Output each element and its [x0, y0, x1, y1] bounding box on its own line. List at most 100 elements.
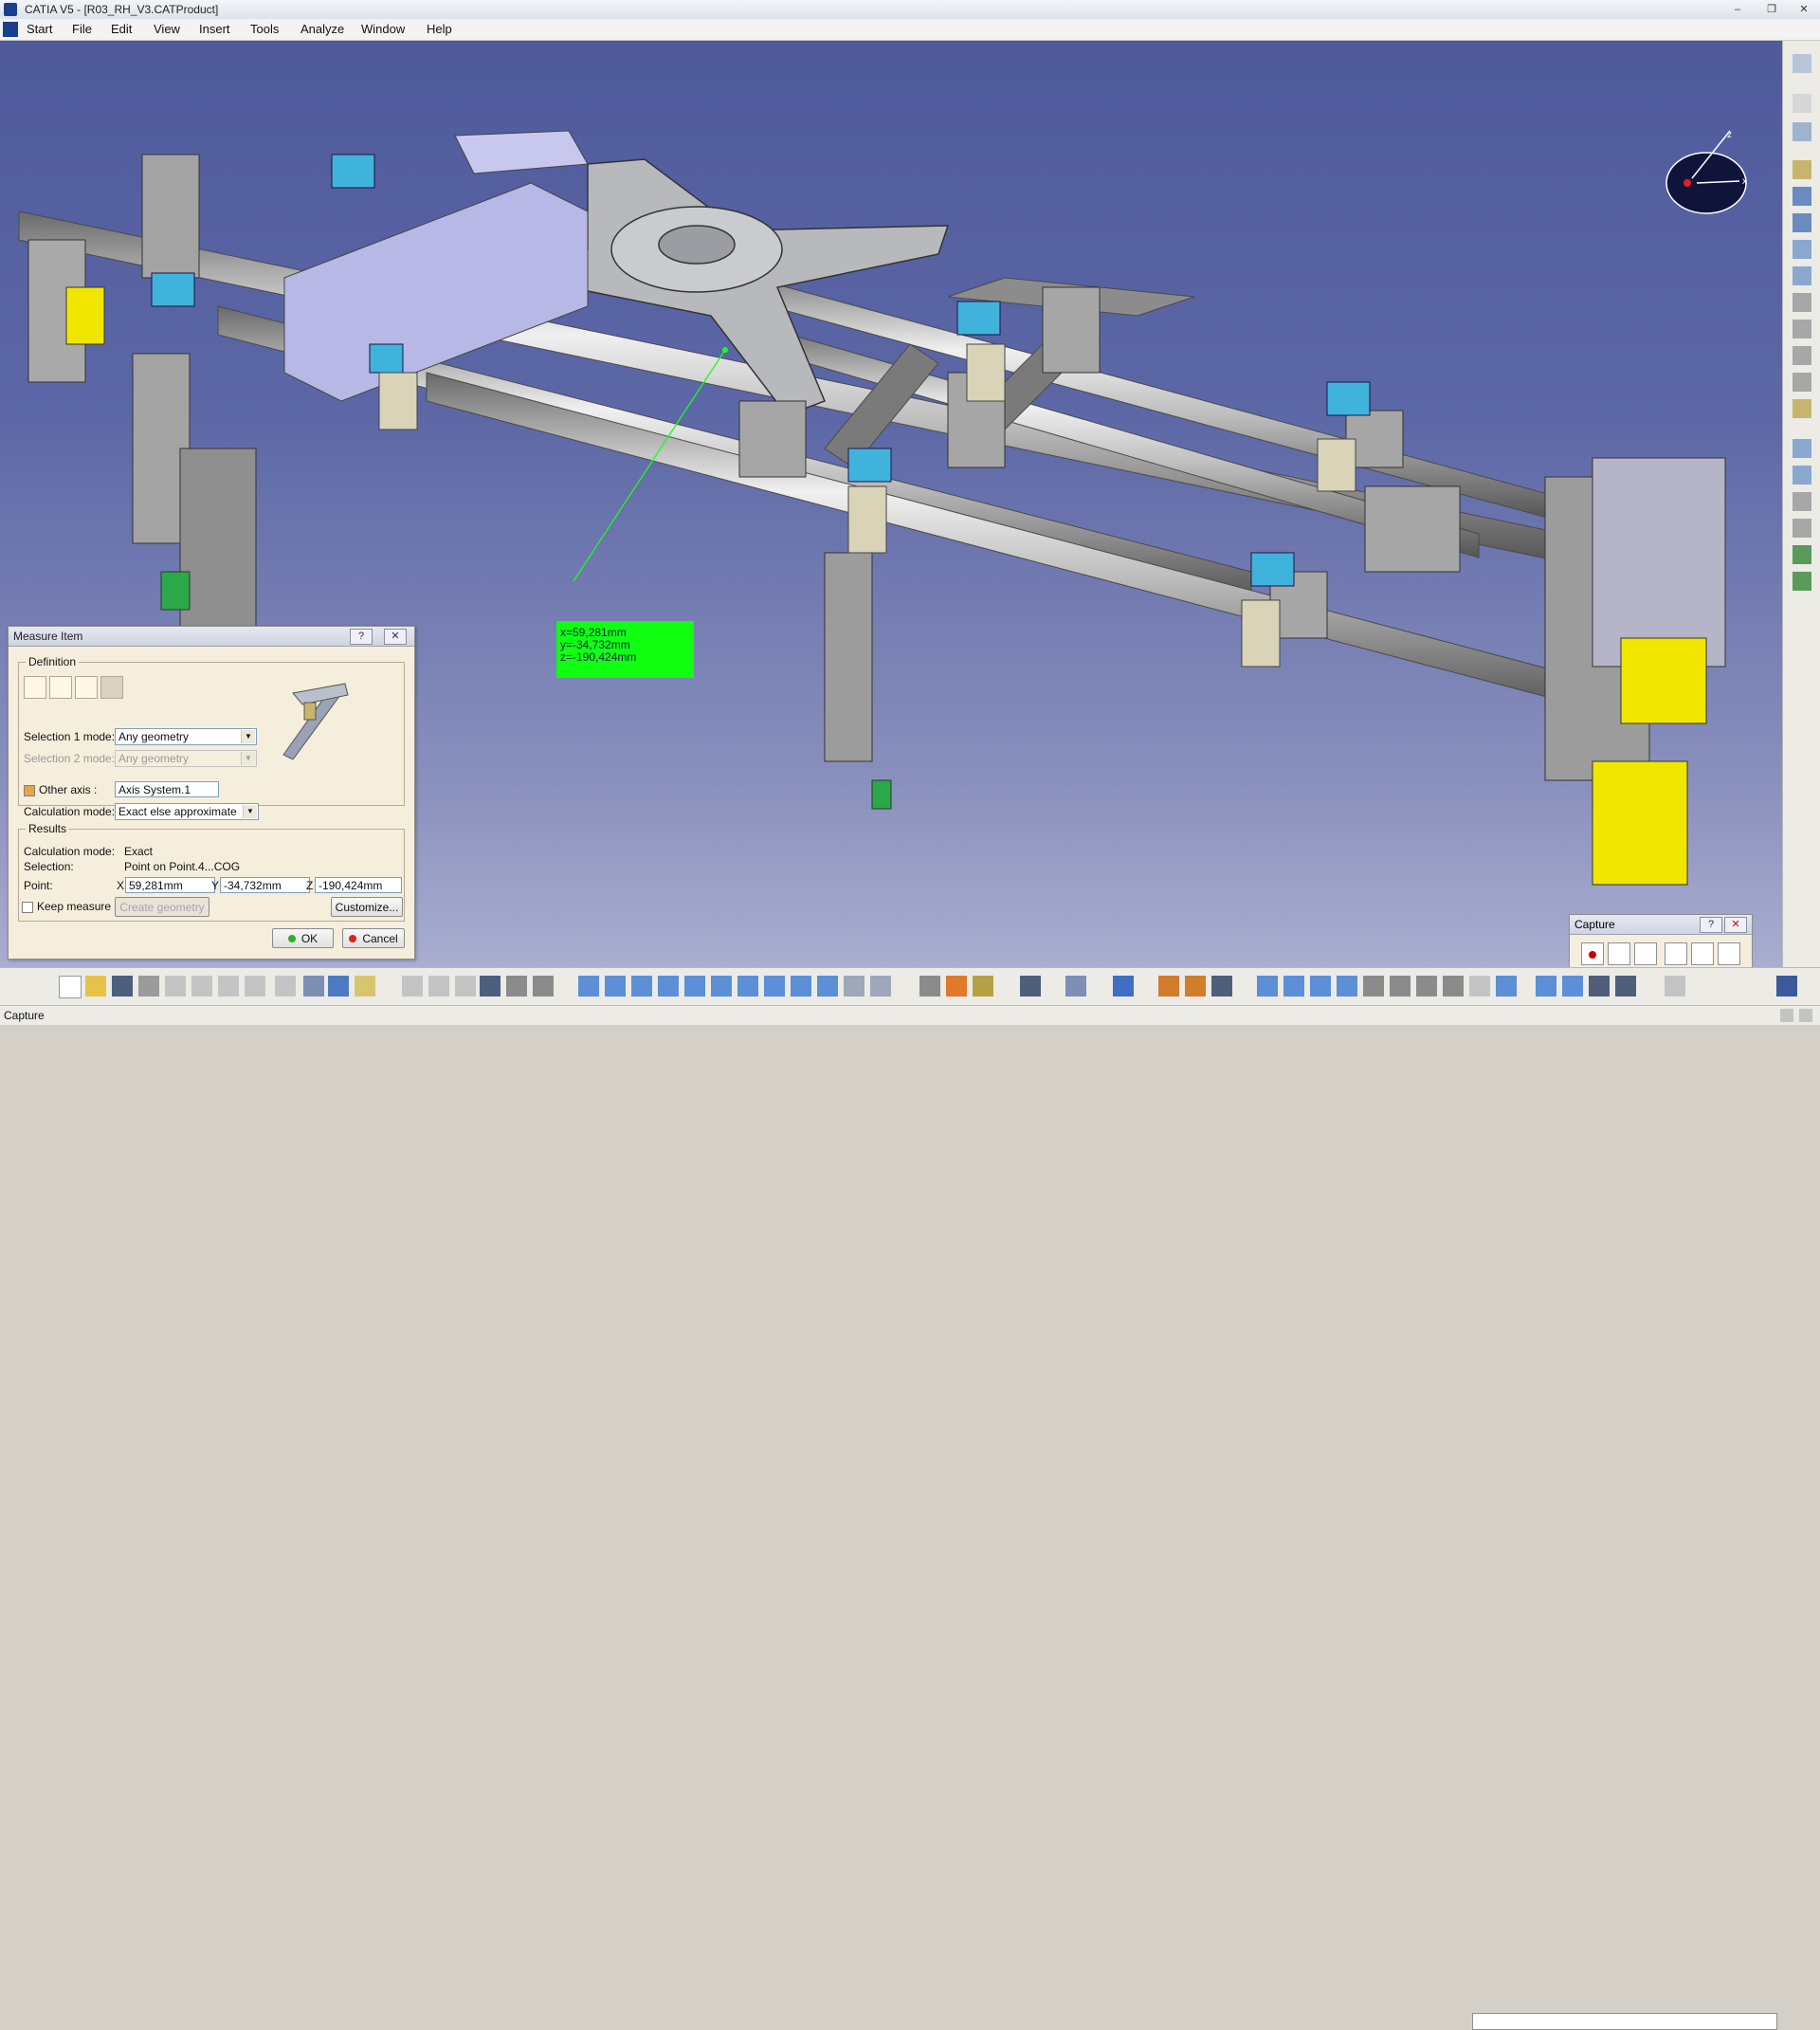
menu-view[interactable]: View	[154, 22, 180, 36]
power-input-icon[interactable]	[1780, 1009, 1793, 1022]
whats-this-icon[interactable]	[303, 976, 324, 997]
command-input[interactable]	[1472, 2013, 1777, 2030]
point-x-field[interactable]: 59,281mm	[125, 877, 215, 893]
menu-edit[interactable]: Edit	[111, 22, 132, 36]
toolbar-icon[interactable]	[1793, 492, 1811, 511]
toolbar-icon[interactable]	[1793, 122, 1811, 141]
album-icon[interactable]	[1665, 942, 1687, 965]
shading-icon[interactable]	[817, 976, 838, 997]
toolbar-icon[interactable]	[1793, 54, 1811, 73]
hide-show-icon[interactable]	[844, 976, 864, 997]
new-file-icon[interactable]	[59, 976, 82, 998]
toolbar-icon[interactable]	[1793, 293, 1811, 312]
catalog-icon[interactable]	[506, 976, 527, 997]
measure-fan-icon[interactable]	[75, 676, 98, 699]
redo-icon[interactable]	[275, 976, 296, 997]
constraint-icon[interactable]	[1363, 976, 1384, 997]
toolbar-icon[interactable]	[1793, 519, 1811, 538]
measure-help-button[interactable]: ?	[350, 629, 373, 645]
point-y-field[interactable]: -34,732mm	[220, 877, 310, 893]
measure-chain-icon[interactable]	[49, 676, 72, 699]
close-window-button[interactable]: ✕	[1793, 2, 1814, 17]
image-capture-icon[interactable]	[1691, 942, 1714, 965]
measure-inertia-icon[interactable]	[973, 976, 993, 997]
explode-icon[interactable]	[1310, 976, 1331, 997]
print-icon[interactable]	[138, 976, 159, 997]
iso-view-icon[interactable]	[791, 976, 811, 997]
undo-icon[interactable]	[245, 976, 265, 997]
toolbar-icon[interactable]	[1793, 213, 1811, 232]
measure-between-toolbar-icon[interactable]	[919, 976, 940, 997]
normal-view-icon[interactable]	[737, 976, 758, 997]
toolbar-icon[interactable]	[1793, 572, 1811, 591]
measure-dialog-title-bar[interactable]: Measure Item ? ✕	[9, 627, 414, 647]
toolbar-icon[interactable]	[1793, 466, 1811, 485]
capture-title-bar[interactable]: Capture ? ✕	[1570, 915, 1752, 935]
customize-button[interactable]: Customize...	[331, 897, 403, 917]
snap-icon[interactable]	[1283, 976, 1304, 997]
quick-constraint-icon[interactable]	[1496, 976, 1517, 997]
product-icon[interactable]	[1536, 976, 1556, 997]
comment-icon[interactable]	[428, 976, 449, 997]
existing-component-icon[interactable]	[1589, 976, 1610, 997]
ok-button[interactable]: OK	[272, 928, 334, 948]
catalog-browser-icon[interactable]	[1065, 976, 1086, 997]
menu-help[interactable]: Help	[427, 22, 452, 36]
cancel-button[interactable]: Cancel	[342, 928, 405, 948]
fly-mode-icon[interactable]	[578, 976, 599, 997]
toolbar-icon[interactable]	[1793, 320, 1811, 338]
record-icon[interactable]	[1581, 942, 1604, 965]
menu-start[interactable]: Start	[27, 22, 52, 36]
replace-component-icon[interactable]	[1615, 976, 1636, 997]
toolbar-icon[interactable]	[1793, 187, 1811, 206]
toolbar-icon[interactable]	[1793, 94, 1811, 113]
restore-button[interactable]: ❐	[1761, 2, 1782, 17]
axis-icon[interactable]	[328, 976, 349, 997]
zoom-in-icon[interactable]	[684, 976, 705, 997]
clash-icon[interactable]	[1337, 976, 1357, 997]
environment-icon[interactable]	[1211, 976, 1232, 997]
grid-icon[interactable]	[1665, 976, 1685, 997]
select-mode-icon[interactable]	[1608, 942, 1630, 965]
measure-item-icon[interactable]	[100, 676, 123, 699]
cut-icon[interactable]	[165, 976, 186, 997]
3d-compass-icon[interactable]	[1113, 976, 1134, 997]
compass-icon[interactable]	[1665, 130, 1747, 214]
fit-all-icon[interactable]	[605, 976, 626, 997]
menu-file[interactable]: File	[72, 22, 92, 36]
minimize-button[interactable]: –	[1727, 2, 1748, 17]
toolbar-icon[interactable]	[1793, 346, 1811, 365]
render-icon[interactable]	[1158, 976, 1179, 997]
formula-icon[interactable]	[402, 976, 423, 997]
offset-icon[interactable]	[1416, 976, 1437, 997]
swap-space-icon[interactable]	[870, 976, 891, 997]
toolbar-icon[interactable]	[1793, 266, 1811, 285]
toolbar-icon[interactable]	[1793, 545, 1811, 564]
search-icon[interactable]	[1799, 1009, 1812, 1022]
rotate-icon[interactable]	[658, 976, 679, 997]
capture-help-button[interactable]: ?	[1700, 917, 1722, 933]
video-capture-icon[interactable]	[1718, 942, 1740, 965]
other-axis-field[interactable]: Axis System.1	[115, 781, 219, 797]
pan-icon[interactable]	[631, 976, 652, 997]
fix-together-icon[interactable]	[1469, 976, 1490, 997]
tag-icon[interactable]	[355, 976, 375, 997]
zoom-out-icon[interactable]	[711, 976, 732, 997]
update-icon[interactable]	[1020, 976, 1041, 997]
measure-item-toolbar-icon[interactable]	[946, 976, 967, 997]
material-icon[interactable]	[1185, 976, 1206, 997]
chevron-down-icon[interactable]: ▼	[243, 805, 257, 818]
save-icon[interactable]	[112, 976, 133, 997]
measure-between-icon[interactable]	[24, 676, 46, 699]
toolbar-icon[interactable]	[1793, 439, 1811, 458]
calculation-mode-select[interactable]: Exact else approximate ▼	[115, 803, 259, 820]
chevron-down-icon[interactable]: ▼	[241, 730, 255, 743]
menu-tools[interactable]: Tools	[250, 22, 279, 36]
capture-close-button[interactable]: ✕	[1724, 917, 1747, 933]
selection1-mode-select[interactable]: Any geometry ▼	[115, 728, 257, 745]
paste-icon[interactable]	[218, 976, 239, 997]
capture-options-icon[interactable]	[1634, 942, 1657, 965]
copy-icon[interactable]	[191, 976, 212, 997]
other-axis-checkbox[interactable]	[24, 785, 35, 796]
angle-icon[interactable]	[1443, 976, 1464, 997]
